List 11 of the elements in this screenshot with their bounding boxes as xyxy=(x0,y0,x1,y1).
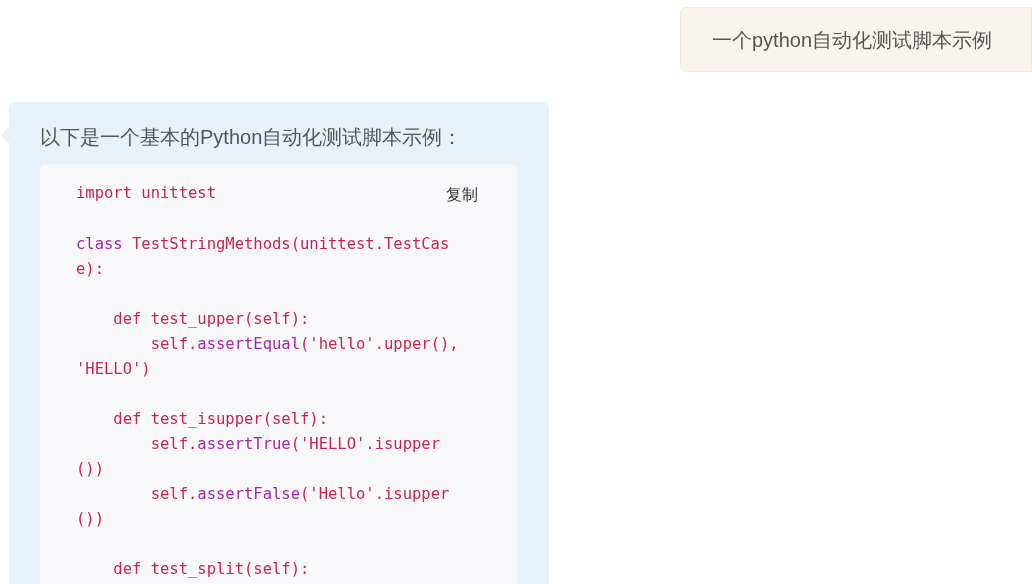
code-line: def test_split(self): xyxy=(112,559,311,580)
code-line: self.assertFalse('Hello'.isupper()) xyxy=(76,484,451,530)
code-line: def test_isupper(self): xyxy=(112,409,329,430)
assistant-intro-text: 以下是一个基本的Python自动化测试脚本示例： xyxy=(40,125,464,150)
code-line: class TestStringMethods(unittest.TestCase): xyxy=(76,234,451,280)
copy-button[interactable]: 复制 xyxy=(446,182,478,207)
code-line: import unittest xyxy=(76,183,216,204)
user-message-text: 一个python自动化测试脚本示例 xyxy=(712,27,993,53)
code-line: self.assertEqual('hello'.upper(), 'HELLO') xyxy=(76,334,460,380)
code-line: self.assertTrue('HELLO'.isupper()) xyxy=(76,434,441,480)
code-line: def test_upper(self): xyxy=(112,309,311,330)
